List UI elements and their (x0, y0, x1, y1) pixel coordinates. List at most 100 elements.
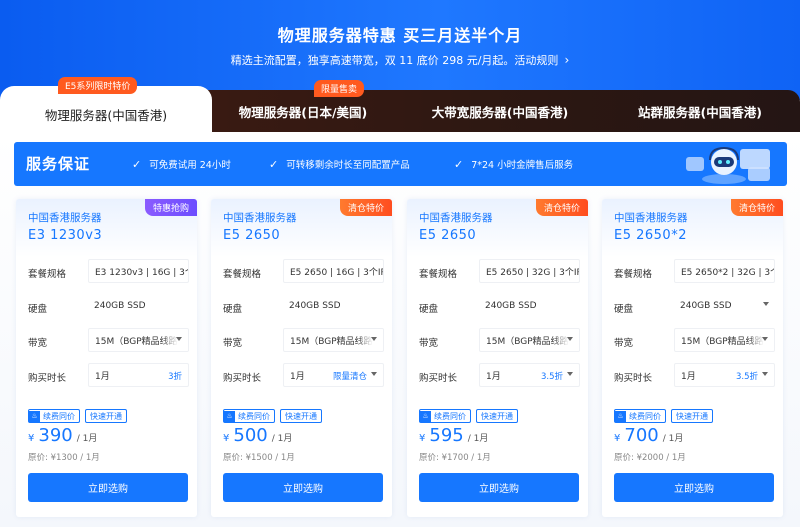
spec-label: 套餐规格 (614, 269, 653, 280)
service-item-text: 7*24 小时金牌售后服务 (471, 160, 574, 171)
product-card: 清仓特价 中国香港服务器 E5 2650 套餐规格 E5 2650 | 32G … (407, 199, 588, 517)
bandwidth-label: 带宽 (28, 338, 48, 349)
fast-activation-chip: 快速开通 (85, 409, 127, 423)
price: ¥ 700 / 1月 (614, 425, 683, 446)
spec-value: E5 2650 | 16G | 3个IP (290, 267, 384, 278)
banner-subtitle-text[interactable]: 精选主流配置，独享高速带宽，双 11 底价 298 元/月起。活动规则 (231, 54, 559, 67)
bandwidth-select[interactable]: 15M（BGP精品线路） (283, 328, 384, 352)
buy-now-button[interactable]: 立即选购 (223, 473, 383, 502)
spec-select[interactable]: E3 1230v3 | 16G | 3个IP (88, 259, 189, 283)
duration-select[interactable]: 1月 限量清仓 (283, 363, 384, 387)
duration-value: 1月 (486, 371, 501, 382)
price-unit: / 1月 (662, 434, 684, 444)
discount-text: 3.5折 (735, 372, 758, 382)
chevron-down-icon (762, 337, 768, 341)
feature-chips: ♨ 续费同价 快速开通 (614, 409, 713, 423)
chevron-down-icon (371, 372, 377, 376)
fast-activation-chip: 快速开通 (476, 409, 518, 423)
fade-overlay (357, 329, 383, 351)
duration-select[interactable]: 1月 3折 (88, 363, 189, 387)
buy-now-button[interactable]: 立即选购 (614, 473, 774, 502)
card-promo-tag: 清仓特价 (535, 199, 588, 216)
tab-hk-bandwidth[interactable]: 大带宽服务器(中国香港) (400, 90, 600, 132)
feature-chips: ♨ 续费同价 快速开通 (28, 409, 127, 423)
product-card: 清仓特价 中国香港服务器 E5 2650 套餐规格 E5 2650 | 16G … (211, 199, 392, 517)
banner-title: 物理服务器特惠 买三月送半个月 (277, 26, 523, 45)
duration-select[interactable]: 1月 3.5折 (479, 363, 580, 387)
price: ¥ 595 / 1月 (419, 425, 488, 446)
card-promo-tag: 清仓特价 (730, 199, 783, 216)
tab-label: 物理服务器(中国香港) (44, 107, 168, 123)
duration-value: 1月 (681, 371, 696, 382)
bandwidth-label: 带宽 (614, 338, 634, 349)
service-item: ✓ 7*24 小时金牌售后服务 (454, 157, 574, 172)
disk-select[interactable]: 240GB SSD (674, 294, 775, 318)
card-model: E5 2650 (419, 228, 477, 243)
tab-badge: 限量售卖 (314, 80, 365, 97)
tab-label: 物理服务器(日本/美国) (238, 104, 368, 120)
price: ¥ 390 / 1月 (28, 425, 97, 446)
disk-label: 硬盘 (223, 304, 243, 315)
disk-label: 硬盘 (28, 304, 48, 315)
currency-symbol: ¥ (614, 433, 621, 444)
spec-label: 套餐规格 (419, 269, 458, 280)
tab-jp-us-physical[interactable]: 物理服务器(日本/美国) 限量售卖 (212, 80, 394, 132)
original-price: 原价: ¥1300 / 1月 (28, 453, 100, 463)
banner-subtitle[interactable]: 精选主流配置，独享高速带宽，双 11 底价 298 元/月起。活动规则 › (0, 52, 800, 68)
price-value: 390 (38, 425, 73, 446)
spec-value: E5 2650 | 32G | 3个IP (486, 267, 580, 278)
chevron-down-icon (176, 337, 182, 341)
price: ¥ 500 / 1月 (223, 425, 292, 446)
spec-select[interactable]: E5 2650 | 32G | 3个IP (479, 259, 580, 283)
tab-hk-sitegroup[interactable]: 站群服务器(中国香港) (600, 90, 800, 132)
card-model: E5 2650 (223, 228, 281, 243)
fast-activation-chip: 快速开通 (671, 409, 713, 423)
product-card: 特惠抢购 中国香港服务器 E3 1230v3 套餐规格 E3 1230v3 | … (16, 199, 197, 517)
check-icon: ✓ (454, 157, 464, 171)
bandwidth-label: 带宽 (223, 338, 243, 349)
card-promo-tag: 特惠抢购 (144, 199, 197, 216)
chevron-down-icon (567, 372, 573, 376)
price-value: 700 (624, 425, 659, 446)
chip-text: 续费同价 (238, 411, 270, 421)
spec-select[interactable]: E5 2650 | 16G | 3个IP (283, 259, 384, 283)
chevron-right-icon[interactable]: › (564, 53, 569, 67)
renew-same-price-chip: ♨ 续费同价 (223, 409, 275, 423)
fast-activation-chip: 快速开通 (280, 409, 322, 423)
price-value: 500 (233, 425, 268, 446)
fade-overlay (748, 329, 774, 351)
duration-select[interactable]: 1月 3.5折 (674, 363, 775, 387)
card-promo-tag: 清仓特价 (339, 199, 392, 216)
disk-value: 240GB SSD (485, 301, 537, 311)
spec-value: E5 2650*2 | 32G | 3个IP (681, 267, 774, 278)
chip-text: 续费同价 (629, 411, 661, 421)
discount-text: 限量清仓 (332, 372, 367, 382)
spec-select[interactable]: E5 2650*2 | 32G | 3个IP (674, 259, 775, 283)
chevron-down-icon (763, 302, 769, 306)
disk-value: 240GB SSD (680, 301, 732, 311)
spec-label: 套餐规格 (28, 269, 67, 280)
tab-label: 站群服务器(中国香港) (638, 104, 762, 120)
duration-label: 购买时长 (28, 373, 67, 384)
price-value: 595 (429, 425, 464, 446)
bandwidth-select[interactable]: 15M（BGP精品线路） (479, 328, 580, 352)
fade-overlay (553, 329, 579, 351)
buy-now-button[interactable]: 立即选购 (419, 473, 579, 502)
service-item: ✓ 可转移剩余时长至同配置产品 (269, 157, 410, 172)
card-region: 中国香港服务器 (419, 212, 493, 224)
disk-value-field: 240GB SSD (88, 294, 189, 318)
currency-symbol: ¥ (28, 433, 35, 444)
renew-same-price-chip: ♨ 续费同价 (419, 409, 471, 423)
fire-icon: ♨ (615, 410, 626, 422)
price-unit: / 1月 (76, 434, 98, 444)
renew-same-price-chip: ♨ 续费同价 (28, 409, 80, 423)
currency-symbol: ¥ (419, 433, 426, 444)
bandwidth-select[interactable]: 15M（BGP精品线路） (674, 328, 775, 352)
discount-text: 3.5折 (540, 372, 563, 382)
chip-text: 续费同价 (43, 411, 75, 421)
bandwidth-select[interactable]: 15M（BGP精品线路） (88, 328, 189, 352)
original-price: 原价: ¥2000 / 1月 (614, 453, 686, 463)
tab-hk-physical[interactable]: 物理服务器(中国香港) E5系列限时特价 (0, 77, 212, 132)
chip-text: 续费同价 (434, 411, 466, 421)
buy-now-button[interactable]: 立即选购 (28, 473, 188, 502)
